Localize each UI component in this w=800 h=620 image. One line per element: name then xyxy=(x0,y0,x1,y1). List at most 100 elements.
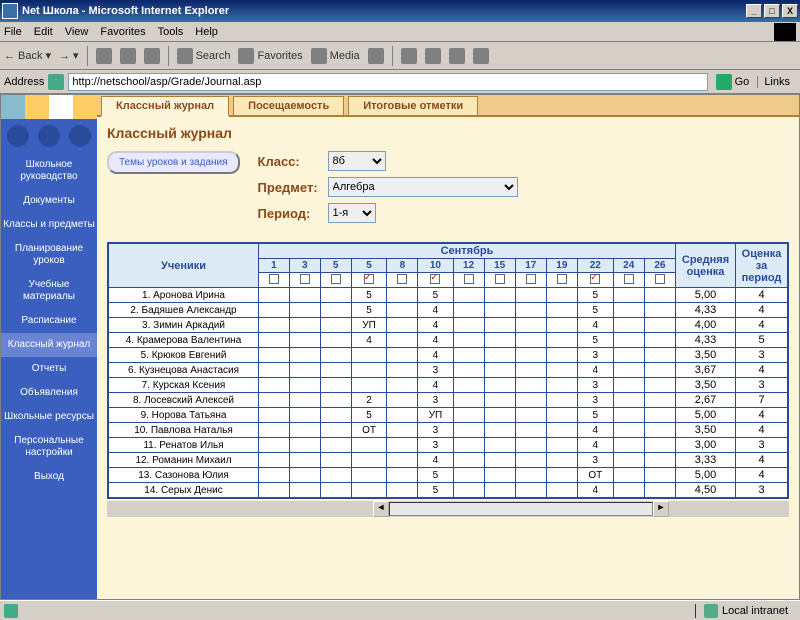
cell-10-10[interactable]: 4 xyxy=(577,438,613,453)
sidebar-item-5[interactable]: Расписание xyxy=(1,309,97,333)
sidebar-item-4[interactable]: Учебные материалы xyxy=(1,273,97,309)
cell-12-9[interactable] xyxy=(546,468,577,483)
cell-7-5[interactable]: 3 xyxy=(418,393,453,408)
cell-0-5[interactable]: 5 xyxy=(418,288,453,303)
cell-4-2[interactable] xyxy=(320,348,351,363)
cell-2-1[interactable] xyxy=(289,318,320,333)
cell-12-10[interactable]: ОТ xyxy=(577,468,613,483)
cell-11-0[interactable] xyxy=(259,453,290,468)
cell-8-1[interactable] xyxy=(289,408,320,423)
cell-10-6[interactable] xyxy=(453,438,484,453)
cell-12-2[interactable] xyxy=(320,468,351,483)
date-header-3[interactable]: 5 xyxy=(351,259,387,273)
date-check-12[interactable] xyxy=(644,273,675,288)
cell-6-9[interactable] xyxy=(546,378,577,393)
cell-13-4[interactable] xyxy=(387,483,418,498)
cell-13-10[interactable]: 4 xyxy=(577,483,613,498)
sidebar-item-6[interactable]: Классный журнал xyxy=(1,333,97,357)
cell-6-11[interactable] xyxy=(613,378,644,393)
cell-9-6[interactable] xyxy=(453,423,484,438)
date-check-11[interactable] xyxy=(613,273,644,288)
date-header-5[interactable]: 10 xyxy=(418,259,453,273)
cell-7-7[interactable] xyxy=(484,393,515,408)
address-input[interactable] xyxy=(68,73,707,91)
cell-12-4[interactable] xyxy=(387,468,418,483)
cell-12-0[interactable] xyxy=(259,468,290,483)
cell-4-12[interactable] xyxy=(644,348,675,363)
cell-1-8[interactable] xyxy=(515,303,546,318)
cell-2-3[interactable]: УП xyxy=(351,318,387,333)
cell-10-7[interactable] xyxy=(484,438,515,453)
cell-4-10[interactable]: 3 xyxy=(577,348,613,363)
cell-13-7[interactable] xyxy=(484,483,515,498)
cell-0-9[interactable] xyxy=(546,288,577,303)
date-header-0[interactable]: 1 xyxy=(259,259,290,273)
cell-3-8[interactable] xyxy=(515,333,546,348)
menu-help[interactable]: Help xyxy=(195,26,218,38)
cell-6-6[interactable] xyxy=(453,378,484,393)
forward-button[interactable]: → ▾ xyxy=(59,49,79,62)
cell-6-7[interactable] xyxy=(484,378,515,393)
discuss-icon[interactable] xyxy=(473,48,489,64)
date-header-4[interactable]: 8 xyxy=(387,259,418,273)
cell-12-1[interactable] xyxy=(289,468,320,483)
cell-0-4[interactable] xyxy=(387,288,418,303)
scroll-left-icon[interactable]: ◄ xyxy=(373,501,389,517)
cell-5-10[interactable]: 4 xyxy=(577,363,613,378)
tab-final[interactable]: Итоговые отметки xyxy=(348,96,478,115)
cell-5-12[interactable] xyxy=(644,363,675,378)
menu-edit[interactable]: Edit xyxy=(34,26,53,38)
cell-1-10[interactable]: 5 xyxy=(577,303,613,318)
cell-10-8[interactable] xyxy=(515,438,546,453)
sidebar-item-0[interactable]: Школьное руководство xyxy=(1,153,97,189)
cell-10-12[interactable] xyxy=(644,438,675,453)
cell-2-5[interactable]: 4 xyxy=(418,318,453,333)
cell-0-3[interactable]: 5 xyxy=(351,288,387,303)
cell-3-9[interactable] xyxy=(546,333,577,348)
cell-5-4[interactable] xyxy=(387,363,418,378)
cell-3-5[interactable]: 4 xyxy=(418,333,453,348)
date-header-11[interactable]: 24 xyxy=(613,259,644,273)
cell-5-2[interactable] xyxy=(320,363,351,378)
student-name-4[interactable]: 5. Крюков Евгений xyxy=(109,348,259,363)
cell-8-10[interactable]: 5 xyxy=(577,408,613,423)
cell-11-2[interactable] xyxy=(320,453,351,468)
cell-13-8[interactable] xyxy=(515,483,546,498)
cell-0-6[interactable] xyxy=(453,288,484,303)
cell-1-6[interactable] xyxy=(453,303,484,318)
student-name-13[interactable]: 14. Серых Денис xyxy=(109,483,259,498)
cell-5-11[interactable] xyxy=(613,363,644,378)
date-header-2[interactable]: 5 xyxy=(320,259,351,273)
home-icon[interactable] xyxy=(144,48,160,64)
go-button[interactable]: Go xyxy=(712,74,754,90)
cell-5-5[interactable]: 3 xyxy=(418,363,453,378)
media-button[interactable]: Media xyxy=(311,48,360,64)
cell-4-11[interactable] xyxy=(613,348,644,363)
cell-9-10[interactable]: 4 xyxy=(577,423,613,438)
cell-9-12[interactable] xyxy=(644,423,675,438)
cell-5-8[interactable] xyxy=(515,363,546,378)
date-header-7[interactable]: 15 xyxy=(484,259,515,273)
cell-2-6[interactable] xyxy=(453,318,484,333)
cell-10-5[interactable]: 3 xyxy=(418,438,453,453)
cell-9-2[interactable] xyxy=(320,423,351,438)
cell-6-2[interactable] xyxy=(320,378,351,393)
cell-12-6[interactable] xyxy=(453,468,484,483)
cell-8-3[interactable]: 5 xyxy=(351,408,387,423)
cell-3-2[interactable] xyxy=(320,333,351,348)
cell-7-10[interactable]: 3 xyxy=(577,393,613,408)
cell-2-4[interactable] xyxy=(387,318,418,333)
cell-6-4[interactable] xyxy=(387,378,418,393)
cell-9-0[interactable] xyxy=(259,423,290,438)
date-header-12[interactable]: 26 xyxy=(644,259,675,273)
cell-11-7[interactable] xyxy=(484,453,515,468)
student-name-5[interactable]: 6. Кузнецова Анастасия xyxy=(109,363,259,378)
minimize-button[interactable]: _ xyxy=(746,4,762,18)
edit-icon[interactable] xyxy=(449,48,465,64)
cell-4-5[interactable]: 4 xyxy=(418,348,453,363)
cell-1-0[interactable] xyxy=(259,303,290,318)
cell-8-4[interactable] xyxy=(387,408,418,423)
cell-0-7[interactable] xyxy=(484,288,515,303)
date-header-8[interactable]: 17 xyxy=(515,259,546,273)
back-button[interactable]: ← Back ▾ xyxy=(4,49,51,62)
